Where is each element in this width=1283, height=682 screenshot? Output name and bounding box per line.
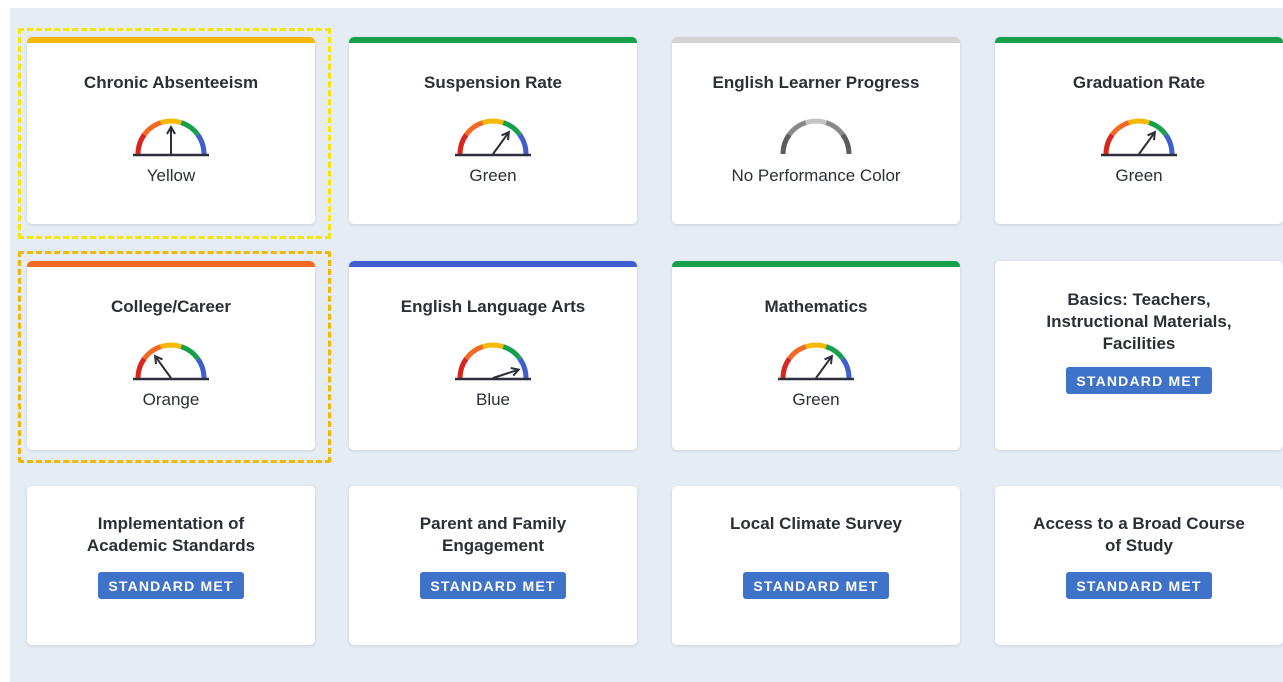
card-title: Access to a Broad Course of Study [995,513,1283,557]
standard-met-badge: STANDARD MET [1066,572,1212,599]
card-title: Implementation of Academic Standards [27,513,315,557]
card-title-line: Basics: Teachers, [1067,290,1211,309]
gauge-segment-orange [464,120,484,137]
gauge-segment-orange [787,344,807,361]
performance-color-label: Green [1115,166,1163,185]
card-title-line: Academic Standards [86,536,256,555]
gauge-segment-yellow [482,342,504,350]
card-title: Basics: Teachers, Instructional Material… [995,289,1283,355]
gauge-segment-blue [1163,133,1175,155]
gauge-segment [780,133,792,155]
card-title-line: Local Climate Survey [730,514,902,533]
gauge-segment-blue [517,357,529,379]
card-title-line: Instructional Materials, [1046,312,1232,331]
indicator-card-chronic-absenteeism[interactable]: Chronic Absenteeism Yellow [27,37,315,224]
gauge-segment-orange [142,120,162,137]
gauge-segment-red [1103,133,1115,155]
performance-color-bar [27,37,315,43]
card-title: English Learner Progress [712,73,920,92]
gauge-needle [815,355,833,379]
card-title-line: Facilities [1102,334,1176,353]
local-indicator-card-academic-standards[interactable]: Implementation of Academic Standards STA… [27,486,315,645]
standard-met-badge: STANDARD MET [743,572,889,599]
card-title-line: Implementation of [97,514,245,533]
card-title-line: Parent and Family [419,514,567,533]
performance-color-bar [995,37,1283,43]
indicator-card-graduation-rate[interactable]: Graduation Rate Green [995,37,1283,224]
card-title: Graduation Rate [1072,73,1206,92]
performance-color-bar [672,261,960,267]
gauge-segment-orange [1110,120,1130,137]
gauge-segment-orange [464,344,484,361]
performance-color-bar [27,261,315,267]
performance-color-label: No Performance Color [731,166,901,185]
gauge-icon [133,118,209,157]
gauge-segment [805,118,827,126]
performance-color-label: Blue [475,390,511,409]
gauge-segment-yellow [160,118,182,126]
performance-color-bar [349,37,637,43]
gauge-segment-blue [517,133,529,155]
performance-color-label: Orange [142,390,200,409]
gauge-segment-blue [195,357,207,379]
gauge-segment [825,120,845,137]
card-title-line: Access to a Broad Course [1033,514,1245,533]
gauge-needle [492,131,510,155]
indicator-card-english-language-arts[interactable]: English Language Arts Blue [349,261,637,450]
standard-met-badge: STANDARD MET [1066,367,1212,394]
gauge-icon [133,342,209,381]
gauge-icon [455,118,531,157]
local-indicator-card-parent-family[interactable]: Parent and Family Engagement STANDARD ME… [349,486,637,645]
gauge-segment-yellow [482,118,504,126]
local-indicator-card-broad-course[interactable]: Access to a Broad Course of Study STANDA… [995,486,1283,645]
gauge-icon [780,118,852,155]
card-title-line: of Study [1105,536,1173,555]
gauge-segment-yellow [160,342,182,350]
gauge-icon [1101,118,1177,157]
card-title-line: Engagement [441,536,545,555]
standard-met-badge: STANDARD MET [98,572,244,599]
performance-color-bar [349,261,637,267]
gauge-segment-blue [840,357,852,379]
card-title: Suspension Rate [424,73,562,92]
gauge-segment-green [180,344,200,361]
indicator-card-english-learner-progress[interactable]: English Learner Progress No Performance … [672,37,960,224]
gauge-segment-yellow [1128,118,1150,126]
performance-color-label: Green [469,166,517,185]
gauge-segment-red [780,357,792,379]
performance-color-label: Green [792,390,840,409]
gauge-segment [840,133,852,155]
card-title: Mathematics [764,297,868,316]
gauge-segment-red [135,357,147,379]
indicator-card-suspension-rate[interactable]: Suspension Rate Green [349,37,637,224]
gauge-segment-yellow [805,342,827,350]
gauge-segment [787,120,807,137]
indicator-card-mathematics[interactable]: Mathematics Green [672,261,960,450]
local-indicator-card-climate-survey[interactable]: Local Climate Survey STANDARD MET [672,486,960,645]
card-title: College/Career [111,297,231,316]
gauge-segment-red [457,133,469,155]
card-title: Chronic Absenteeism [83,73,259,92]
card-title: English Language Arts [400,297,586,316]
gauge-needle [154,355,172,379]
gauge-icon [778,342,854,381]
indicator-card-college-career[interactable]: College/Career Orange [27,261,315,450]
gauge-segment-blue [195,133,207,155]
gauge-segment-green [180,120,200,137]
local-indicator-card-basics[interactable]: Basics: Teachers, Instructional Material… [995,261,1283,450]
gauge-segment-red [457,357,469,379]
gauge-segment-red [135,133,147,155]
standard-met-badge: STANDARD MET [420,572,566,599]
card-title: Local Climate Survey [672,513,960,535]
performance-color-bar [672,37,960,43]
gauge-needle [1138,131,1156,155]
performance-color-label: Yellow [146,166,196,185]
gauge-icon [455,342,531,381]
card-title: Parent and Family Engagement [349,513,637,557]
gauge-segment-green [502,344,522,361]
